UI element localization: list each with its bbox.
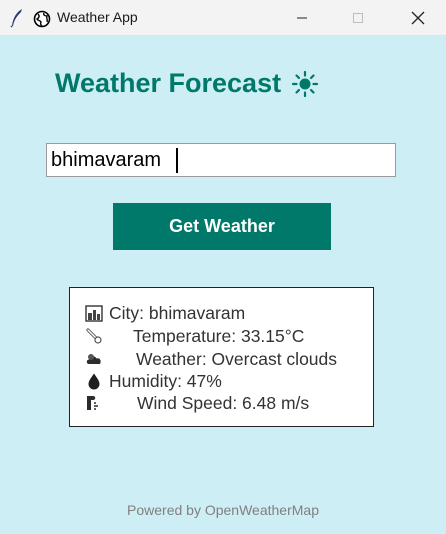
title-bar: Weather App [0,0,446,36]
sun-icon [291,70,319,97]
wind-row: Wind Speed: 6.48 m/s [85,392,309,414]
weather-result-panel: City: bhimavaram Temperature: 33.15°C We… [69,287,374,427]
window-title: Weather App [57,9,138,25]
city-text: City: bhimavaram [109,302,246,323]
close-icon [411,11,425,25]
attribution-footer: Powered by OpenWeatherMap [127,502,319,518]
city-row: City: bhimavaram [85,302,245,324]
get-weather-button[interactable]: Get Weather [113,203,331,250]
minimize-button[interactable] [274,0,330,36]
city-icon [85,305,103,322]
droplet-icon [88,373,100,390]
wind-text: Wind Speed: 6.48 m/s [137,392,310,413]
close-button[interactable] [390,0,446,36]
city-input[interactable] [46,143,396,177]
temperature-row: Temperature: 33.15°C [85,325,304,347]
cloud-icon [86,354,101,364]
globe-icon [33,10,51,28]
maximize-button[interactable] [330,0,386,36]
humidity-text: Humidity: 47% [109,370,222,391]
page-title-row: Weather Forecast [55,68,319,99]
weather-row: Weather: Overcast clouds [85,348,337,370]
maximize-icon [353,13,363,23]
page-title: Weather Forecast [55,68,282,98]
text-caret [176,148,178,173]
wind-icon [87,396,98,410]
minimize-icon [297,17,307,19]
temperature-text: Temperature: 33.15°C [133,325,305,346]
weather-text: Weather: Overcast clouds [136,348,338,369]
humidity-row: Humidity: 47% [85,370,222,392]
thermometer-icon [86,328,102,344]
feather-icon [10,9,22,28]
